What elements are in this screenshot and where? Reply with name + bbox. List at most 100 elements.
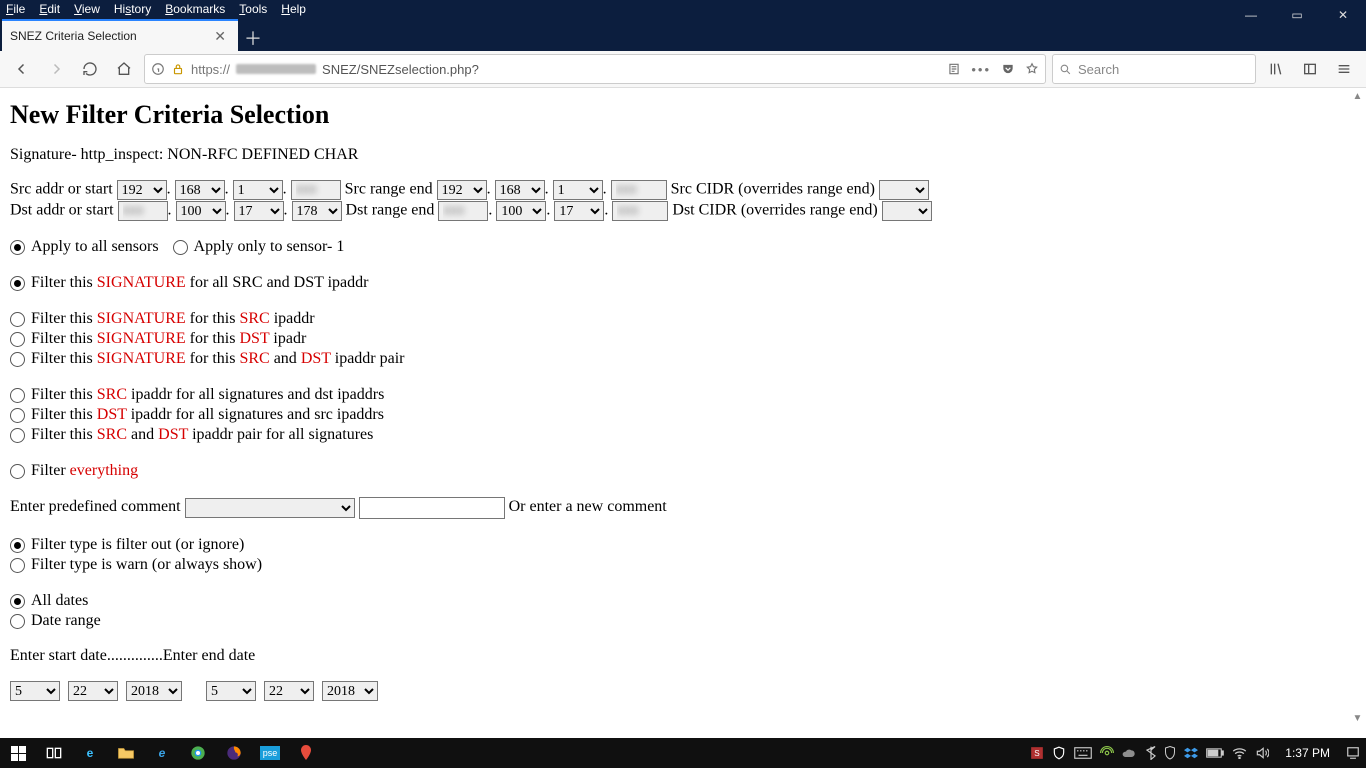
sidebar-button[interactable] bbox=[1296, 55, 1324, 83]
taskbar-app-pse[interactable]: pse bbox=[252, 738, 288, 768]
tray-bluetooth-icon[interactable] bbox=[1146, 746, 1156, 760]
tray-notifications-icon[interactable] bbox=[1346, 746, 1360, 760]
end-date-month[interactable]: 5 bbox=[206, 681, 256, 701]
window-close-button[interactable]: ✕ bbox=[1320, 0, 1366, 30]
menu-file[interactable]: File bbox=[6, 2, 25, 16]
src-start-octet-3[interactable]: 1 bbox=[233, 180, 283, 200]
search-bar[interactable]: Search bbox=[1052, 54, 1256, 84]
label-filter-dst-all: Filter this DST ipaddr for all signature… bbox=[31, 406, 384, 424]
page-actions-icon[interactable]: ••• bbox=[971, 62, 991, 77]
src-start-octet-4[interactable]: 000 bbox=[291, 180, 341, 200]
scroll-up-button[interactable]: ▲ bbox=[1349, 88, 1366, 105]
tray-battery-icon[interactable] bbox=[1206, 748, 1224, 758]
radio-all-dates[interactable] bbox=[10, 594, 25, 609]
bookmark-star-icon[interactable] bbox=[1025, 62, 1039, 76]
label-src-cidr: Src CIDR (overrides range end) bbox=[671, 181, 875, 198]
dst-start-octet-4[interactable]: 178 bbox=[292, 201, 342, 221]
taskbar-app-explorer[interactable] bbox=[108, 738, 144, 768]
taskbar-app-ie[interactable]: e bbox=[144, 738, 180, 768]
start-button[interactable] bbox=[0, 738, 36, 768]
lock-warning-icon[interactable] bbox=[171, 62, 185, 76]
info-icon[interactable] bbox=[151, 62, 165, 76]
tray-wifi-icon[interactable] bbox=[1232, 747, 1247, 759]
dst-start-octet-1[interactable]: 000 bbox=[118, 201, 168, 221]
radio-filter-sig-src[interactable] bbox=[10, 312, 25, 327]
url-path: SNEZ/SNEZselection.php? bbox=[322, 62, 479, 77]
radio-apply-all-sensors[interactable] bbox=[10, 240, 25, 255]
reader-mode-icon[interactable] bbox=[947, 62, 961, 76]
start-date-month[interactable]: 5 bbox=[10, 681, 60, 701]
new-tab-button[interactable]: ＋ bbox=[238, 25, 268, 51]
taskbar-app-maps[interactable] bbox=[288, 738, 324, 768]
task-view-button[interactable] bbox=[36, 738, 72, 768]
dst-start-octet-3[interactable]: 17 bbox=[234, 201, 284, 221]
tray-onedrive-icon[interactable] bbox=[1122, 747, 1138, 759]
src-end-octet-2[interactable]: 168 bbox=[495, 180, 545, 200]
tray-dropbox-icon[interactable] bbox=[1184, 747, 1198, 759]
radio-filter-type-out[interactable] bbox=[10, 538, 25, 553]
predefined-comment-select[interactable] bbox=[185, 498, 355, 518]
dst-start-octet-2[interactable]: 100 bbox=[176, 201, 226, 221]
radio-filter-everything[interactable] bbox=[10, 464, 25, 479]
menu-help[interactable]: Help bbox=[281, 2, 306, 16]
menu-bookmarks[interactable]: Bookmarks bbox=[165, 2, 225, 16]
library-button[interactable] bbox=[1262, 55, 1290, 83]
reload-button[interactable] bbox=[76, 55, 104, 83]
src-end-octet-4[interactable]: 000 bbox=[611, 180, 667, 200]
pocket-icon[interactable] bbox=[1001, 62, 1015, 76]
url-bar[interactable]: https:// SNEZ/SNEZselection.php? ••• bbox=[144, 54, 1046, 84]
src-end-octet-1[interactable]: 192 bbox=[437, 180, 487, 200]
date-dots: .............. bbox=[107, 647, 163, 664]
arrow-right-icon bbox=[47, 60, 65, 78]
tray-security-icon[interactable] bbox=[1164, 746, 1176, 760]
menu-tools[interactable]: Tools bbox=[239, 2, 267, 16]
home-button[interactable] bbox=[110, 55, 138, 83]
taskbar-app-chrome[interactable] bbox=[180, 738, 216, 768]
radio-filter-src-all[interactable] bbox=[10, 388, 25, 403]
edge-icon: e bbox=[87, 746, 94, 760]
forward-button[interactable] bbox=[42, 55, 70, 83]
dst-end-octet-3[interactable]: 17 bbox=[554, 201, 604, 221]
radio-date-range[interactable] bbox=[10, 614, 25, 629]
app-menu-button[interactable] bbox=[1330, 55, 1358, 83]
radio-filter-type-warn[interactable] bbox=[10, 558, 25, 573]
radio-apply-sensor-1[interactable] bbox=[173, 240, 188, 255]
radio-filter-pair-all[interactable] bbox=[10, 428, 25, 443]
taskbar-app-firefox[interactable] bbox=[216, 738, 252, 768]
dst-end-octet-4[interactable]: 000 bbox=[612, 201, 668, 221]
radio-filter-sig-all[interactable] bbox=[10, 276, 25, 291]
radio-filter-sig-dst[interactable] bbox=[10, 332, 25, 347]
radio-filter-sig-pair[interactable] bbox=[10, 352, 25, 367]
page-heading: New Filter Criteria Selection bbox=[10, 100, 1356, 130]
scroll-down-button[interactable]: ▼ bbox=[1349, 710, 1366, 727]
dst-cidr-select[interactable] bbox=[882, 201, 932, 221]
src-cidr-select[interactable] bbox=[879, 180, 929, 200]
src-end-octet-3[interactable]: 1 bbox=[553, 180, 603, 200]
tray-volume-icon[interactable] bbox=[1255, 746, 1269, 760]
dst-end-octet-1[interactable]: 000 bbox=[438, 201, 488, 221]
back-button[interactable] bbox=[8, 55, 36, 83]
tray-noscript-icon[interactable]: S bbox=[1030, 746, 1044, 760]
date-selects-row: 5 22 2018 5 22 2018 bbox=[10, 681, 1356, 701]
start-date-year[interactable]: 2018 bbox=[126, 681, 182, 701]
menu-history[interactable]: History bbox=[114, 2, 151, 16]
taskbar-app-edge-old[interactable]: e bbox=[72, 738, 108, 768]
tray-keyboard-icon[interactable] bbox=[1074, 747, 1092, 759]
new-comment-input[interactable] bbox=[359, 497, 505, 519]
dst-end-octet-2[interactable]: 100 bbox=[496, 201, 546, 221]
menu-edit[interactable]: Edit bbox=[39, 2, 60, 16]
start-date-day[interactable]: 22 bbox=[68, 681, 118, 701]
src-start-octet-2[interactable]: 168 bbox=[175, 180, 225, 200]
browser-tab[interactable]: SNEZ Criteria Selection ✕ bbox=[2, 19, 238, 51]
menu-view[interactable]: View bbox=[74, 2, 100, 16]
tab-close-button[interactable]: ✕ bbox=[210, 29, 230, 43]
radio-filter-dst-all[interactable] bbox=[10, 408, 25, 423]
window-minimize-button[interactable]: — bbox=[1228, 0, 1274, 30]
src-start-octet-1[interactable]: 192 bbox=[117, 180, 167, 200]
taskbar-clock[interactable]: 1:37 PM bbox=[1277, 746, 1338, 760]
window-maximize-button[interactable]: ▭ bbox=[1274, 0, 1320, 30]
tray-network-icon[interactable] bbox=[1100, 746, 1114, 760]
end-date-day[interactable]: 22 bbox=[264, 681, 314, 701]
end-date-year[interactable]: 2018 bbox=[322, 681, 378, 701]
tray-defender-icon[interactable] bbox=[1052, 746, 1066, 760]
